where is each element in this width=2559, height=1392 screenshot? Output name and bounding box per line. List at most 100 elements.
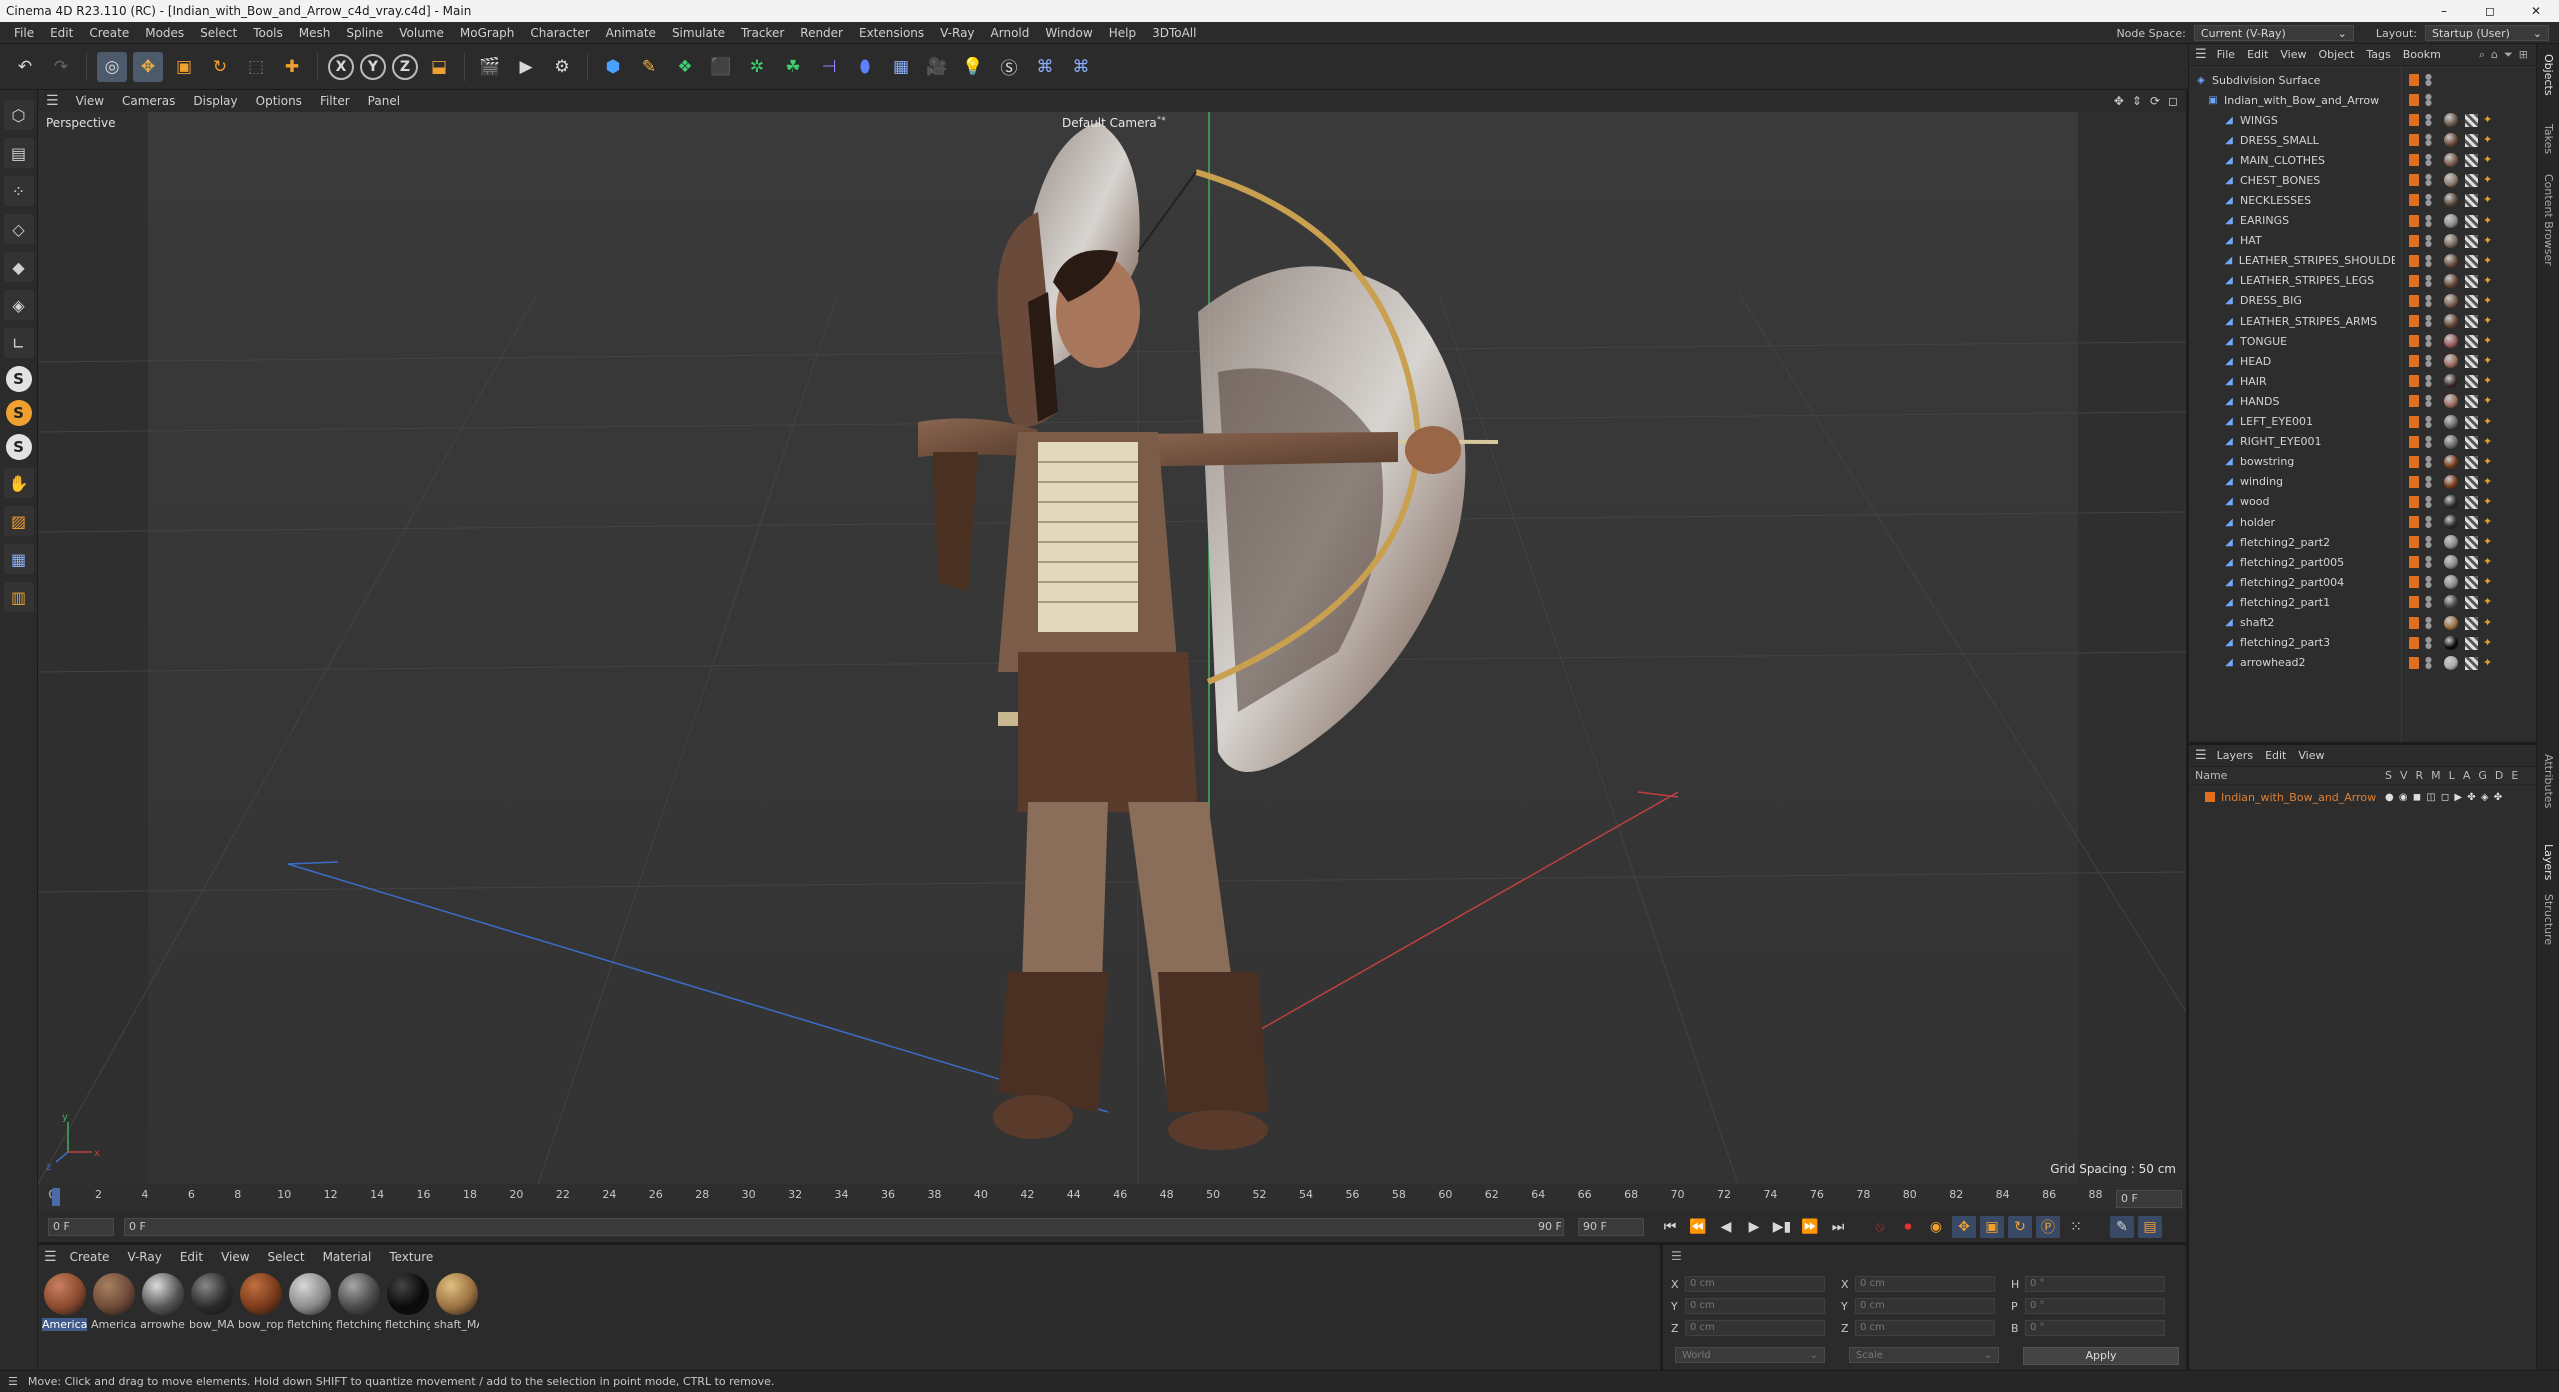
object-row[interactable]: ▣ Indian_with_Bow_and_Arrow ● ●	[2189, 90, 2537, 110]
maximize-view-icon[interactable]: ◻	[2168, 94, 2178, 108]
visibility-dots-icon[interactable]: ● ●	[2425, 253, 2432, 267]
material-swatch[interactable]: fletching	[287, 1273, 332, 1331]
menu-item-window[interactable]: Window	[1037, 26, 1100, 40]
material-menu-edit[interactable]: Edit	[171, 1250, 212, 1264]
uvw-tag-icon[interactable]	[2465, 154, 2478, 168]
z-axis-lock-icon[interactable]: Z	[392, 53, 418, 80]
layer-color-tag[interactable]	[2409, 254, 2419, 267]
material-menu-texture[interactable]: Texture	[380, 1250, 442, 1264]
material-swatch[interactable]: bow_MA	[189, 1273, 234, 1331]
layer-color-tag[interactable]	[2409, 576, 2419, 589]
floor-icon[interactable]: ▦	[886, 52, 916, 82]
snap-s3-icon[interactable]: S	[5, 434, 32, 460]
object-row[interactable]: ◢ shaft2 ● ● ✦	[2189, 613, 2537, 633]
layer-menu-edit[interactable]: Edit	[2259, 749, 2292, 762]
visibility-dots-icon[interactable]: ● ●	[2425, 73, 2432, 87]
uvw-tag-icon[interactable]	[2465, 616, 2478, 630]
key-scale-icon[interactable]: ▣	[1980, 1216, 2004, 1238]
object-row[interactable]: ◢ HEAD ● ● ✦	[2189, 351, 2537, 371]
material-tag-icon[interactable]	[2444, 635, 2458, 650]
playhead[interactable]	[52, 1188, 60, 1206]
uvw-tag-icon[interactable]	[2465, 455, 2478, 469]
menu-item-tools[interactable]: Tools	[245, 26, 291, 40]
material-tag-icon[interactable]	[2444, 474, 2458, 489]
object-row[interactable]: ◢ bowstring ● ● ✦	[2189, 452, 2537, 472]
phong-tag-icon[interactable]: ✦	[2483, 394, 2492, 407]
viewport-menu-cameras[interactable]: Cameras	[113, 94, 184, 108]
coord-value-field[interactable]: 0 cm	[1855, 1320, 1995, 1336]
pan-icon[interactable]: ✥	[2114, 94, 2124, 108]
phong-tag-icon[interactable]: ✦	[2483, 515, 2492, 528]
close-button[interactable]: ✕	[2513, 0, 2559, 22]
filter-icon[interactable]: ⏷	[2504, 48, 2513, 62]
extrude-icon[interactable]: ⬛	[706, 52, 736, 82]
motion-icon[interactable]: ✎	[2110, 1216, 2134, 1238]
object-row[interactable]: ◢ NECKLESSES ● ● ✦	[2189, 190, 2537, 210]
undo-icon[interactable]: ↶	[10, 52, 40, 82]
layer-color-tag[interactable]	[2409, 274, 2419, 287]
phong-tag-icon[interactable]: ✦	[2483, 374, 2492, 387]
visibility-dots-icon[interactable]: ● ●	[2425, 193, 2432, 207]
material-menu-material[interactable]: Material	[314, 1250, 381, 1264]
layer-color-tag[interactable]	[2409, 154, 2419, 167]
select-tool-icon[interactable]: ◎	[97, 51, 127, 82]
grid-snap-icon[interactable]: ▦	[3, 544, 34, 574]
layer-color-tag[interactable]	[2409, 495, 2419, 508]
cloner-icon[interactable]: ✲	[742, 52, 772, 82]
axis-mode-icon[interactable]: ∟	[3, 328, 34, 358]
polygons-mode-icon[interactable]: ◆	[3, 252, 34, 282]
timeline-window-icon[interactable]: ▤	[2138, 1216, 2162, 1238]
record-icon[interactable]: ⦸	[1868, 1216, 1892, 1238]
menu-item-spline[interactable]: Spline	[338, 26, 391, 40]
visibility-dots-icon[interactable]: ● ●	[2425, 113, 2432, 127]
layer-color-tag[interactable]	[2409, 134, 2419, 147]
material-tag-icon[interactable]	[2444, 314, 2458, 328]
phong-tag-icon[interactable]: ✦	[2483, 555, 2492, 568]
start-frame-field[interactable]: 0 F	[48, 1218, 114, 1236]
material-swatch[interactable]: bow_rop	[238, 1273, 283, 1331]
visibility-dots-icon[interactable]: ● ●	[2425, 213, 2432, 227]
uvw-tag-icon[interactable]	[2465, 194, 2478, 208]
step-forward-icon[interactable]: ▶▮	[1770, 1216, 1794, 1238]
material-menu-v-ray[interactable]: V-Ray	[118, 1250, 170, 1264]
layer-color-tag[interactable]	[2409, 596, 2419, 609]
menu-icon[interactable]: ☰	[2195, 748, 2207, 763]
object-row[interactable]: ◢ arrowhead2 ● ● ✦	[2189, 653, 2537, 673]
menu-item-simulate[interactable]: Simulate	[664, 26, 733, 40]
menu-item-3dtoall[interactable]: 3DToAll	[1144, 26, 1204, 40]
material-tag-icon[interactable]	[2444, 354, 2458, 369]
phong-tag-icon[interactable]: ✦	[2483, 153, 2492, 166]
object-menu-view[interactable]: View	[2274, 48, 2312, 61]
texture-mode-icon[interactable]: ▤	[3, 138, 34, 168]
object-row[interactable]: ◢ HAIR ● ● ✦	[2189, 371, 2537, 391]
redo-icon[interactable]: ↷	[46, 52, 76, 82]
material-tag-icon[interactable]	[2444, 273, 2458, 288]
orbit-icon[interactable]: ⟳	[2150, 94, 2160, 108]
coord-value-field[interactable]: 0 cm	[1685, 1320, 1825, 1336]
visibility-dots-icon[interactable]: ● ●	[2425, 555, 2432, 569]
layer-color-tag[interactable]	[2409, 214, 2419, 227]
maximize-button[interactable]: ◻	[2467, 0, 2513, 22]
layer-color-tag[interactable]	[2409, 335, 2419, 348]
visibility-dots-icon[interactable]: ● ●	[2425, 474, 2432, 488]
uvw-tag-icon[interactable]	[2465, 214, 2478, 228]
uvw-tag-icon[interactable]	[2465, 596, 2478, 610]
vertical-tab-objects[interactable]: Objects	[2542, 54, 2555, 96]
phong-tag-icon[interactable]: ✦	[2483, 354, 2492, 367]
uvw-tag-icon[interactable]	[2465, 174, 2478, 188]
object-row[interactable]: ◢ fletching2_part005 ● ● ✦	[2189, 552, 2537, 572]
layer-color-tag[interactable]	[2409, 415, 2419, 428]
key-rotation-icon[interactable]: ↻	[2008, 1216, 2032, 1238]
menu-icon[interactable]: ☰	[44, 1249, 57, 1265]
uvw-tag-icon[interactable]	[2465, 556, 2478, 570]
material-tag-icon[interactable]	[2444, 334, 2458, 349]
object-row[interactable]: ◢ holder ● ● ✦	[2189, 512, 2537, 532]
material-tag-icon[interactable]	[2444, 173, 2458, 188]
coord-value-field[interactable]: 0 cm	[1685, 1276, 1825, 1292]
visibility-dots-icon[interactable]: ● ●	[2425, 173, 2432, 187]
coord-value-field[interactable]: 0 cm	[1685, 1298, 1825, 1314]
python-icon[interactable]: ⌘	[1030, 52, 1060, 82]
apply-button[interactable]: Apply	[2023, 1347, 2179, 1365]
key-param-icon[interactable]: Ⓟ	[2036, 1216, 2060, 1238]
uvw-tag-icon[interactable]	[2465, 335, 2478, 349]
